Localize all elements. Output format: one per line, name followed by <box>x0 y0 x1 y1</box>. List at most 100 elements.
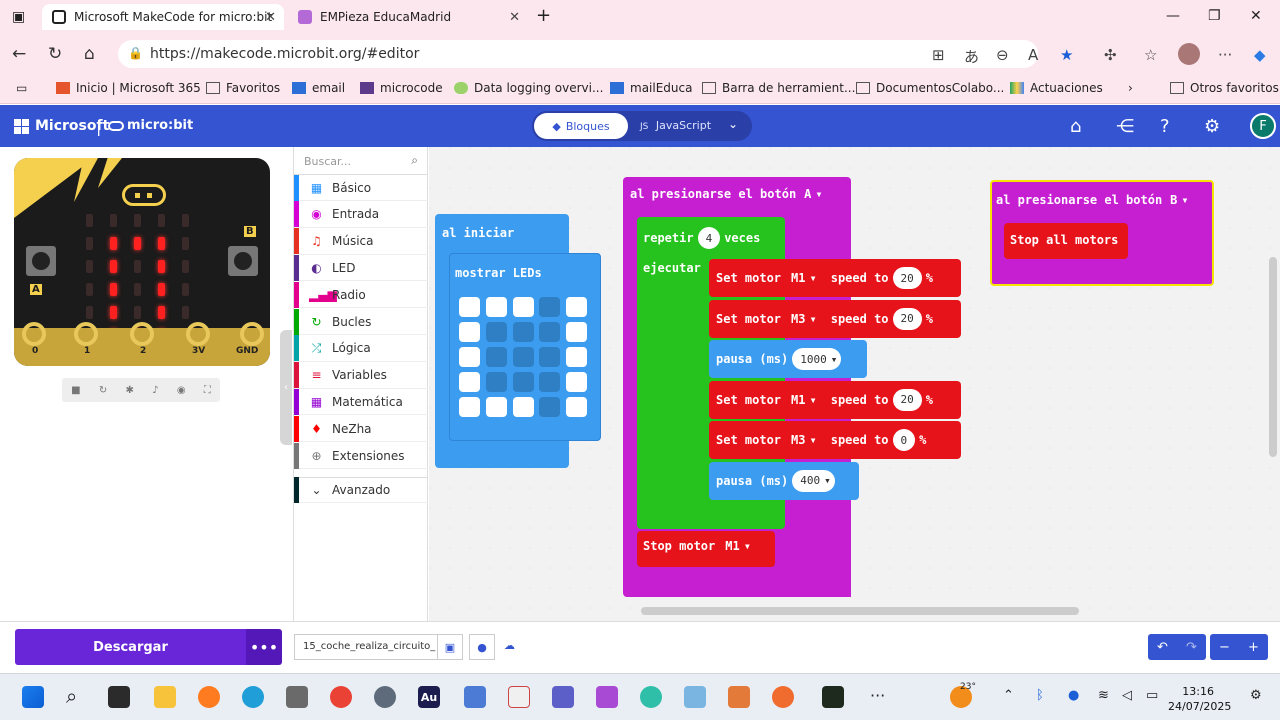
button-a-dropdown[interactable]: A <box>804 187 811 201</box>
download-more-button[interactable]: ••• <box>246 629 282 665</box>
blocks-workspace[interactable]: al iniciar mostrar LEDs al presionarse e… <box>429 147 1280 621</box>
javascript-mode-button[interactable]: JS JavaScript <box>640 119 711 132</box>
pin-3v[interactable] <box>186 322 210 346</box>
notifications-icon[interactable]: ⚙ <box>1250 688 1262 703</box>
edge-icon[interactable] <box>242 686 264 708</box>
stop-motor-dropdown[interactable]: M1 <box>725 539 739 553</box>
tab-actions-icon[interactable]: ▣ <box>12 9 25 25</box>
site-info-icon[interactable]: 🔒 <box>128 46 143 60</box>
speed-input[interactable]: 0 <box>892 429 916 451</box>
clipchamp-icon[interactable] <box>596 686 618 708</box>
toolbox-category-9[interactable]: ♦ NeZha <box>294 415 428 443</box>
user-avatar[interactable]: F <box>1250 113 1276 139</box>
workspace-vertical-scrollbar[interactable] <box>1269 257 1277 457</box>
led-toggle-cell[interactable] <box>539 322 561 342</box>
stop-icon[interactable]: ■ <box>71 385 80 396</box>
dropdown-arrow-icon[interactable]: ▾ <box>815 187 822 201</box>
led-toggle-cell[interactable] <box>512 397 534 417</box>
restart-icon[interactable]: ↻ <box>99 385 107 396</box>
teams-icon[interactable] <box>552 686 574 708</box>
pause-value-dropdown[interactable]: 1000 ▾ <box>792 348 842 370</box>
fav-datalogging[interactable]: Data logging overvi... <box>454 81 603 95</box>
fav-maileduca[interactable]: mailEduca <box>610 81 692 95</box>
more-menu-icon[interactable]: ··· <box>1218 46 1232 64</box>
powerautomate-icon[interactable] <box>464 686 486 708</box>
pin-0[interactable] <box>22 322 46 346</box>
motor-dropdown[interactable]: M3 <box>791 312 805 326</box>
led-toggle-cell[interactable] <box>459 372 480 392</box>
workspace-horizontal-scrollbar[interactable] <box>641 607 1079 615</box>
led-toggle-cell[interactable] <box>485 297 507 317</box>
toolbox-search-input[interactable]: Buscar... ⌕ <box>294 147 428 175</box>
fav-actuaciones[interactable]: Actuaciones <box>1010 81 1103 95</box>
fav-otros[interactable]: Otros favoritos <box>1170 81 1279 95</box>
fav-documentos[interactable]: DocumentosColabo... <box>856 81 1004 95</box>
firefox-icon[interactable] <box>198 686 220 708</box>
pin-2[interactable] <box>130 322 154 346</box>
toolbox-category-10[interactable]: ⊕ Extensiones <box>294 442 428 469</box>
microsoft-logo[interactable]: Microsoft <box>14 118 109 134</box>
fav-email[interactable]: email <box>292 81 345 95</box>
microbit-logo[interactable]: micro:bit <box>108 118 193 133</box>
bluetooth-icon[interactable]: ᛒ <box>1036 688 1044 703</box>
toolbox-category-4[interactable]: ▂▄▆ Radio <box>294 281 428 309</box>
led-toggle-cell[interactable] <box>539 297 561 317</box>
close-tab-icon[interactable]: ✕ <box>509 10 520 25</box>
pin-gnd[interactable] <box>240 322 264 346</box>
editor-app-icon[interactable] <box>822 686 844 708</box>
more-apps-icon[interactable]: ··· <box>870 686 885 705</box>
toolbox-category-0[interactable]: ▦ Básico <box>294 174 428 201</box>
fav-microcode[interactable]: microcode <box>360 81 443 95</box>
fullscreen-icon[interactable]: ⛶ <box>204 385 211 396</box>
motor-dropdown[interactable]: M1 <box>791 393 805 407</box>
led-toggle-cell[interactable] <box>566 397 588 417</box>
chrome-icon[interactable] <box>330 686 352 708</box>
led-toggle-cell[interactable] <box>512 372 534 392</box>
board-logo-touch[interactable] <box>122 184 166 206</box>
led-toggle-cell[interactable] <box>566 372 588 392</box>
led-toggle-cell[interactable] <box>566 297 588 317</box>
share-icon[interactable]: ⋲ <box>1116 116 1134 137</box>
toolbox-category-11[interactable]: ⌄ Avanzado <box>294 476 428 503</box>
redo-icon[interactable]: ↷ <box>1186 640 1197 655</box>
home-icon[interactable]: ⌂ <box>84 44 95 64</box>
zoom-out-icon[interactable]: − <box>1219 640 1230 655</box>
home-icon[interactable]: ⌂ <box>1070 116 1081 137</box>
toolbox-category-1[interactable]: ◉ Entrada <box>294 201 428 228</box>
led-toggle-cell[interactable] <box>459 322 480 342</box>
button-b[interactable] <box>228 246 258 276</box>
battery-icon[interactable]: ▭ <box>1146 688 1158 703</box>
file-explorer-icon[interactable] <box>154 686 176 708</box>
dropdown-arrow-icon[interactable]: ▾ <box>809 393 816 407</box>
led-toggle-cell[interactable] <box>512 322 534 342</box>
close-window-icon[interactable]: ✕ <box>1250 8 1262 24</box>
ghost-app-icon[interactable] <box>684 686 706 708</box>
audacity-icon[interactable] <box>728 686 750 708</box>
led-toggle-cell[interactable] <box>459 297 480 317</box>
volume-icon[interactable]: ◁ <box>1122 688 1132 703</box>
apps-icon[interactable]: ⊞ <box>932 46 945 64</box>
dropdown-arrow-icon[interactable]: ▾ <box>809 312 816 326</box>
copilot-icon[interactable]: ◆ <box>1254 46 1266 64</box>
notepad-icon[interactable] <box>508 686 530 708</box>
led-toggle-cell[interactable] <box>566 347 588 367</box>
more-favorites-chevron-icon[interactable]: › <box>1128 81 1133 95</box>
toolbox-category-2[interactable]: ♫ Música <box>294 228 428 255</box>
dropdown-arrow-icon[interactable]: ▾ <box>744 539 751 553</box>
pin-1[interactable] <box>74 322 98 346</box>
led-toggle-cell[interactable] <box>485 347 507 367</box>
search-icon[interactable]: ⌕ <box>66 684 77 708</box>
maximize-icon[interactable]: ❐ <box>1208 8 1221 24</box>
tray-chevron-icon[interactable]: ⌃ <box>1003 688 1014 703</box>
led-toggle-cell[interactable] <box>485 372 507 392</box>
fav-favoritos[interactable]: Favoritos <box>206 81 280 95</box>
language-dropdown-chevron-icon[interactable]: ⌄ <box>728 117 738 131</box>
favorites-icon[interactable]: ☆ <box>1144 46 1157 64</box>
microphone-icon[interactable]: ● <box>1068 688 1079 703</box>
wifi-icon[interactable]: ≋ <box>1098 688 1109 703</box>
gimp-icon[interactable] <box>286 686 308 708</box>
reading-list-icon[interactable]: ▭ <box>16 81 27 95</box>
motor-dropdown[interactable]: M1 <box>791 271 805 285</box>
screenshot-icon[interactable]: ◉ <box>177 385 186 396</box>
github-icon[interactable]: ● <box>469 634 495 660</box>
